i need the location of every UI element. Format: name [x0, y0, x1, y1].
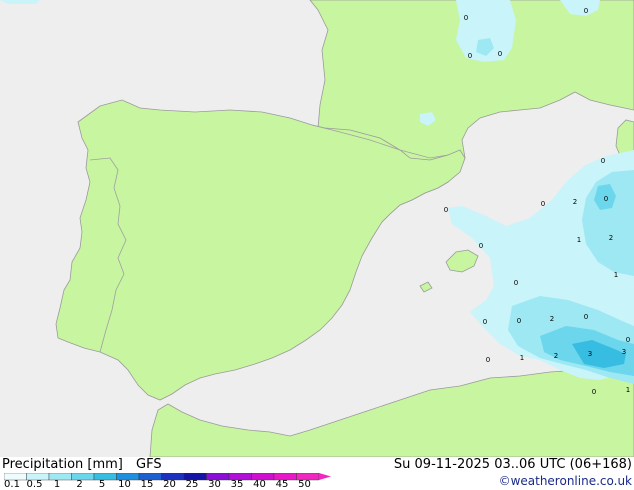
legend-tick-label: 1 — [53, 479, 61, 490]
map-value-label: 0 — [584, 7, 588, 15]
legend-tick-label: 15 — [140, 479, 154, 490]
map-value-label: 1 — [614, 271, 618, 279]
map-value-label: 0 — [486, 356, 490, 364]
map-value-label: 0 — [517, 317, 521, 325]
legend-swatch — [93, 473, 117, 481]
map-value-label: 1 — [626, 386, 630, 394]
legend-tick-label: 0.1 — [4, 479, 20, 490]
map-value-label: 0 — [514, 279, 518, 287]
map-value-label: 3 — [588, 350, 592, 358]
legend-tick-label: 30 — [208, 479, 221, 490]
map-value-label: 0 — [444, 206, 448, 214]
legend-tick-label: 2 — [76, 479, 83, 490]
map-value-label: 2 — [573, 198, 577, 206]
map-footer: Precipitation [mm] GFS Su 09-11-2025 03.… — [0, 457, 634, 490]
map-value-label: 2 — [609, 234, 613, 242]
legend-overflow-arrow — [319, 473, 331, 480]
legend-tick-label: 50 — [298, 479, 311, 490]
map-value-label: 3 — [622, 348, 626, 356]
map-value-label: 0 — [479, 242, 483, 250]
site-credit-link[interactable]: ©weatheronline.co.uk — [499, 474, 632, 488]
map-value-label: 0 — [541, 200, 545, 208]
map-value-label: 1 — [520, 354, 524, 362]
precipitation-map[interactable]: 0 0 0 0 0 0 2 0 0 0 1 2 0 1 0 0 0 2 0 0 … — [0, 0, 634, 457]
legend-tick-label: 10 — [118, 479, 131, 490]
validity-time: Su 09-11-2025 03..06 UTC (06+168) — [393, 457, 632, 472]
legend-tick-label: 20 — [163, 479, 176, 490]
map-value-label: 0 — [498, 50, 502, 58]
map-value-label: 0 — [601, 157, 605, 165]
map-value-label: 0 — [483, 318, 487, 326]
legend-swatch — [71, 473, 95, 481]
legend-tick-label: 35 — [230, 479, 244, 490]
map-value-label: 2 — [554, 352, 558, 360]
legend-swatch — [48, 473, 72, 481]
map-value-label: 0 — [468, 52, 472, 60]
map-value-label: 1 — [577, 236, 581, 244]
map-value-label: 0 — [604, 195, 608, 203]
map-value-label: 0 — [464, 14, 468, 22]
map-value-label: 0 — [626, 336, 630, 344]
model-name: GFS — [136, 457, 162, 472]
map-value-label: 2 — [550, 315, 554, 323]
map-value-label: 0 — [592, 388, 596, 396]
legend-tick-label: 0.5 — [26, 479, 43, 490]
legend-tick-label: 40 — [253, 479, 266, 490]
legend-tick-label: 45 — [275, 479, 289, 490]
legend-tick-label: 25 — [185, 479, 199, 490]
legend-tick-label: 5 — [98, 479, 106, 490]
map-value-label: 0 — [584, 313, 588, 321]
product-title: Precipitation [mm] — [2, 457, 123, 472]
